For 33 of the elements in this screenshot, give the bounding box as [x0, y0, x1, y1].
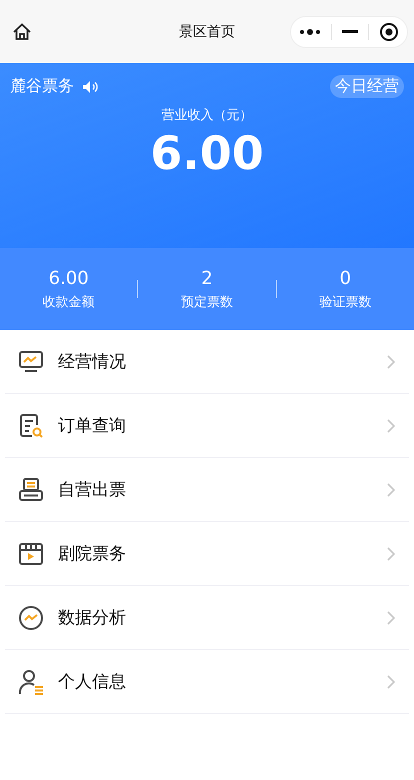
revenue-label: 营业收入（元） — [162, 107, 252, 124]
user-icon — [18, 668, 44, 694]
chevron-icon — [387, 418, 395, 432]
menu-item[interactable]: 剧院票务 — [5, 522, 409, 586]
chevron-icon — [387, 674, 395, 688]
document-search-icon — [18, 412, 44, 438]
home-icon[interactable] — [12, 22, 32, 42]
printer-icon — [18, 476, 44, 502]
chevron-icon — [387, 610, 395, 624]
stat-value: 2 — [201, 268, 213, 288]
monitor-icon — [18, 348, 44, 374]
minimize-icon[interactable] — [342, 30, 358, 34]
more-icon[interactable] — [299, 28, 321, 36]
stat-label: 验证票数 — [319, 294, 372, 310]
stat-label: 预定票数 — [180, 294, 233, 310]
menu-item[interactable]: 自营出票 — [5, 458, 409, 522]
menu-item[interactable]: 经营情况 — [5, 330, 409, 394]
menu-item[interactable]: 数据分析 — [5, 586, 409, 650]
clapperboard-icon — [18, 540, 44, 566]
menu-item[interactable]: 订单查询 — [5, 394, 409, 458]
chevron-icon — [387, 546, 395, 560]
menu-item[interactable]: 个人信息 — [5, 650, 409, 714]
chevron-icon — [387, 354, 395, 368]
stat-value: 6.00 — [48, 268, 89, 288]
chart-circle-icon — [18, 604, 44, 630]
page-title: 景区首页 — [179, 22, 235, 40]
brand-name: 麓谷票务 — [10, 76, 74, 97]
chevron-icon — [387, 482, 395, 496]
close-icon[interactable] — [379, 22, 399, 42]
stat-label: 收款金额 — [42, 294, 95, 310]
revenue-value: 6.00 — [150, 126, 264, 180]
stat-value: 0 — [340, 268, 352, 288]
speaker-icon[interactable] — [82, 80, 98, 94]
